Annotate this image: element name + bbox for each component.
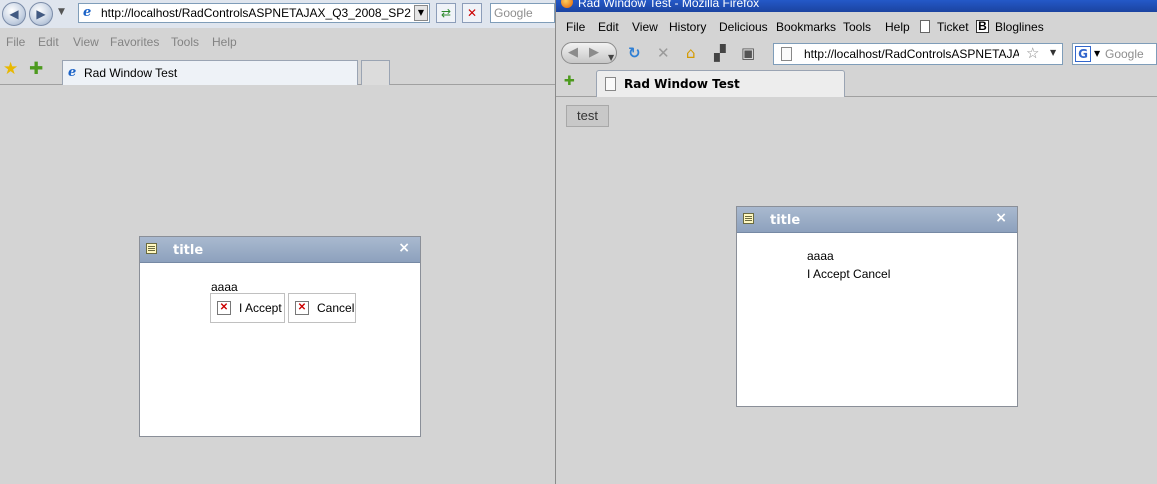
ticket-icon (920, 20, 930, 33)
ff-address-text: http://localhost/RadControlsASPNETAJAX_Q (804, 47, 1019, 61)
menu-favorites[interactable]: Favorites (110, 35, 159, 49)
ff-address-bar[interactable]: http://localhost/RadControlsASPNETAJAX_Q… (773, 43, 1063, 65)
history-dropdown-icon[interactable]: ▼ (58, 7, 65, 17)
ie-rad-window-close-icon[interactable]: × (398, 240, 410, 256)
google-icon[interactable]: G (1075, 46, 1091, 62)
ff-menu-tools[interactable]: Tools (843, 20, 871, 34)
ff-tab-bar: ✚ Rad Window Test (556, 70, 1157, 97)
ff-screenshot-icon[interactable]: ▞ (714, 44, 726, 62)
ie-new-tab-button[interactable] (361, 60, 390, 85)
ff-menu-help[interactable]: Help (885, 20, 910, 34)
ff-window-buttons-text[interactable]: I Accept Cancel (807, 267, 890, 281)
ff-reload-icon[interactable]: ↻ (628, 44, 641, 62)
ff-menu-bar: File Edit View History Delicious Bookmar… (556, 16, 1157, 38)
ie-accept-button[interactable]: ✕ I Accept (210, 293, 285, 323)
ff-menu-delicious[interactable]: Delicious (719, 20, 768, 34)
menu-help[interactable]: Help (212, 35, 237, 49)
ff-tab-label: Rad Window Test (624, 77, 740, 91)
ff-menu-bookmarks[interactable]: Bookmarks (776, 20, 836, 34)
add-favorite-icon[interactable]: ✚ (29, 59, 43, 79)
ie-page-icon: e (83, 5, 92, 20)
broken-image-icon: ✕ (295, 301, 309, 315)
menu-file[interactable]: File (6, 35, 25, 49)
test-button[interactable]: test (566, 105, 609, 127)
ff-window-text: aaaa (807, 249, 834, 263)
ff-tab-rad-window-test[interactable]: Rad Window Test (596, 70, 845, 97)
broken-image-icon: ✕ (217, 301, 231, 315)
back-button[interactable]: ◀ (2, 2, 26, 26)
ff-back-icon[interactable]: ◀ (568, 45, 578, 60)
bookmark-star-icon[interactable]: ☆ (1026, 44, 1039, 62)
firefox-window-title: Rad Window Test - Mozilla Firefox (578, 0, 760, 10)
window-note-icon (146, 243, 157, 254)
stop-icon: ✕ (466, 6, 478, 20)
ff-forward-icon[interactable]: ▶ (589, 45, 599, 60)
ie-cancel-label: Cancel (317, 301, 355, 315)
ff-rad-window-close-icon[interactable]: × (995, 210, 1007, 226)
menu-tools[interactable]: Tools (171, 35, 199, 49)
ie-tab-rad-window-test[interactable]: e Rad Window Test (62, 60, 358, 85)
ie-tab-page-icon: e (68, 65, 77, 80)
ff-stop-icon[interactable]: ✕ (657, 44, 670, 62)
ie-rad-window-title: title (173, 243, 204, 258)
ff-rad-window-body: aaaa I Accept Cancel (737, 233, 1017, 406)
ff-address-dropdown-icon[interactable]: ▼ (1050, 48, 1056, 57)
ff-rad-window-titlebar[interactable]: title × (737, 207, 1017, 233)
ie-rad-window-body: aaaa ✕ I Accept ✕ Cancel (140, 263, 420, 436)
ie-accept-label: I Accept (239, 301, 282, 315)
ff-navigation-toolbar: ◀ ▶ ▼ ↻ ✕ ⌂ ▞ ▣ http://localhost/RadCont… (556, 40, 1157, 68)
window-note-icon (743, 213, 754, 224)
ie-cancel-button[interactable]: ✕ Cancel (288, 293, 356, 323)
ie-address-text: http://localhost/RadControlsASPNETAJAX_Q… (101, 6, 411, 20)
ie-tab-label: Rad Window Test (84, 66, 178, 80)
ff-menu-ticket[interactable]: Ticket (937, 20, 969, 34)
ie-tab-bar: ★ ✚ e Rad Window Test (0, 57, 555, 85)
ie-rad-window: title × aaaa ✕ I Accept ✕ Cancel (139, 236, 421, 437)
ff-page-content: test title × aaaa I Accept Cancel (556, 97, 1157, 484)
ff-menu-bloglines[interactable]: Bloglines (995, 20, 1044, 34)
ff-new-tab-icon[interactable]: ✚ (564, 74, 582, 92)
ie-search-box[interactable]: Google (490, 3, 555, 23)
ff-tab-page-icon (605, 77, 616, 91)
refresh-button[interactable]: ⇄ (436, 3, 456, 23)
ff-search-placeholder: Google (1105, 47, 1144, 61)
arrow-left-icon: ◀ (9, 7, 19, 21)
ff-home-icon[interactable]: ⌂ (686, 44, 696, 62)
bloglines-icon: B (976, 20, 989, 33)
ie-navigation-bar: ◀ ▶ ▼ e http://localhost/RadControlsASPN… (0, 0, 555, 28)
address-dropdown-icon[interactable]: ▼ (414, 5, 428, 21)
menu-edit[interactable]: Edit (38, 35, 59, 49)
ff-menu-file[interactable]: File (566, 20, 585, 34)
firefox-browser-window: Rad Window Test - Mozilla Firefox File E… (556, 0, 1157, 484)
ff-menu-history[interactable]: History (669, 20, 706, 34)
ie-browser-window: ◀ ▶ ▼ e http://localhost/RadControlsASPN… (0, 0, 555, 484)
ff-search-box[interactable]: G ▼ Google (1072, 43, 1157, 65)
ie-rad-window-titlebar[interactable]: title × (140, 237, 420, 263)
ff-menu-edit[interactable]: Edit (598, 20, 619, 34)
menu-view[interactable]: View (73, 35, 99, 49)
refresh-icon: ⇄ (440, 6, 452, 20)
stop-button[interactable]: ✕ (462, 3, 482, 23)
ff-briefcase-icon[interactable]: ▣ (741, 44, 755, 62)
ff-menu-view[interactable]: View (632, 20, 658, 34)
ff-page-icon (781, 47, 792, 61)
firefox-logo-icon (561, 0, 573, 8)
arrow-right-icon: ▶ (36, 7, 46, 21)
ie-address-bar[interactable]: e http://localhost/RadControlsASPNETAJAX… (78, 3, 430, 23)
ff-rad-window: title × aaaa I Accept Cancel (736, 206, 1018, 407)
firefox-title-bar[interactable]: Rad Window Test - Mozilla Firefox (556, 0, 1157, 12)
favorites-star-icon[interactable]: ★ (3, 59, 18, 79)
ie-menu-bar: File Edit View Favorites Tools Help (0, 31, 555, 53)
ie-search-placeholder: Google (494, 6, 533, 20)
ie-window-text: aaaa (211, 280, 238, 294)
forward-button[interactable]: ▶ (29, 2, 53, 26)
search-engine-dropdown-icon[interactable]: ▼ (1094, 49, 1100, 58)
ie-page-content: title × aaaa ✕ I Accept ✕ Cancel (0, 85, 555, 484)
ff-rad-window-title: title (770, 213, 801, 228)
ff-history-dropdown-icon[interactable]: ▼ (608, 49, 614, 67)
